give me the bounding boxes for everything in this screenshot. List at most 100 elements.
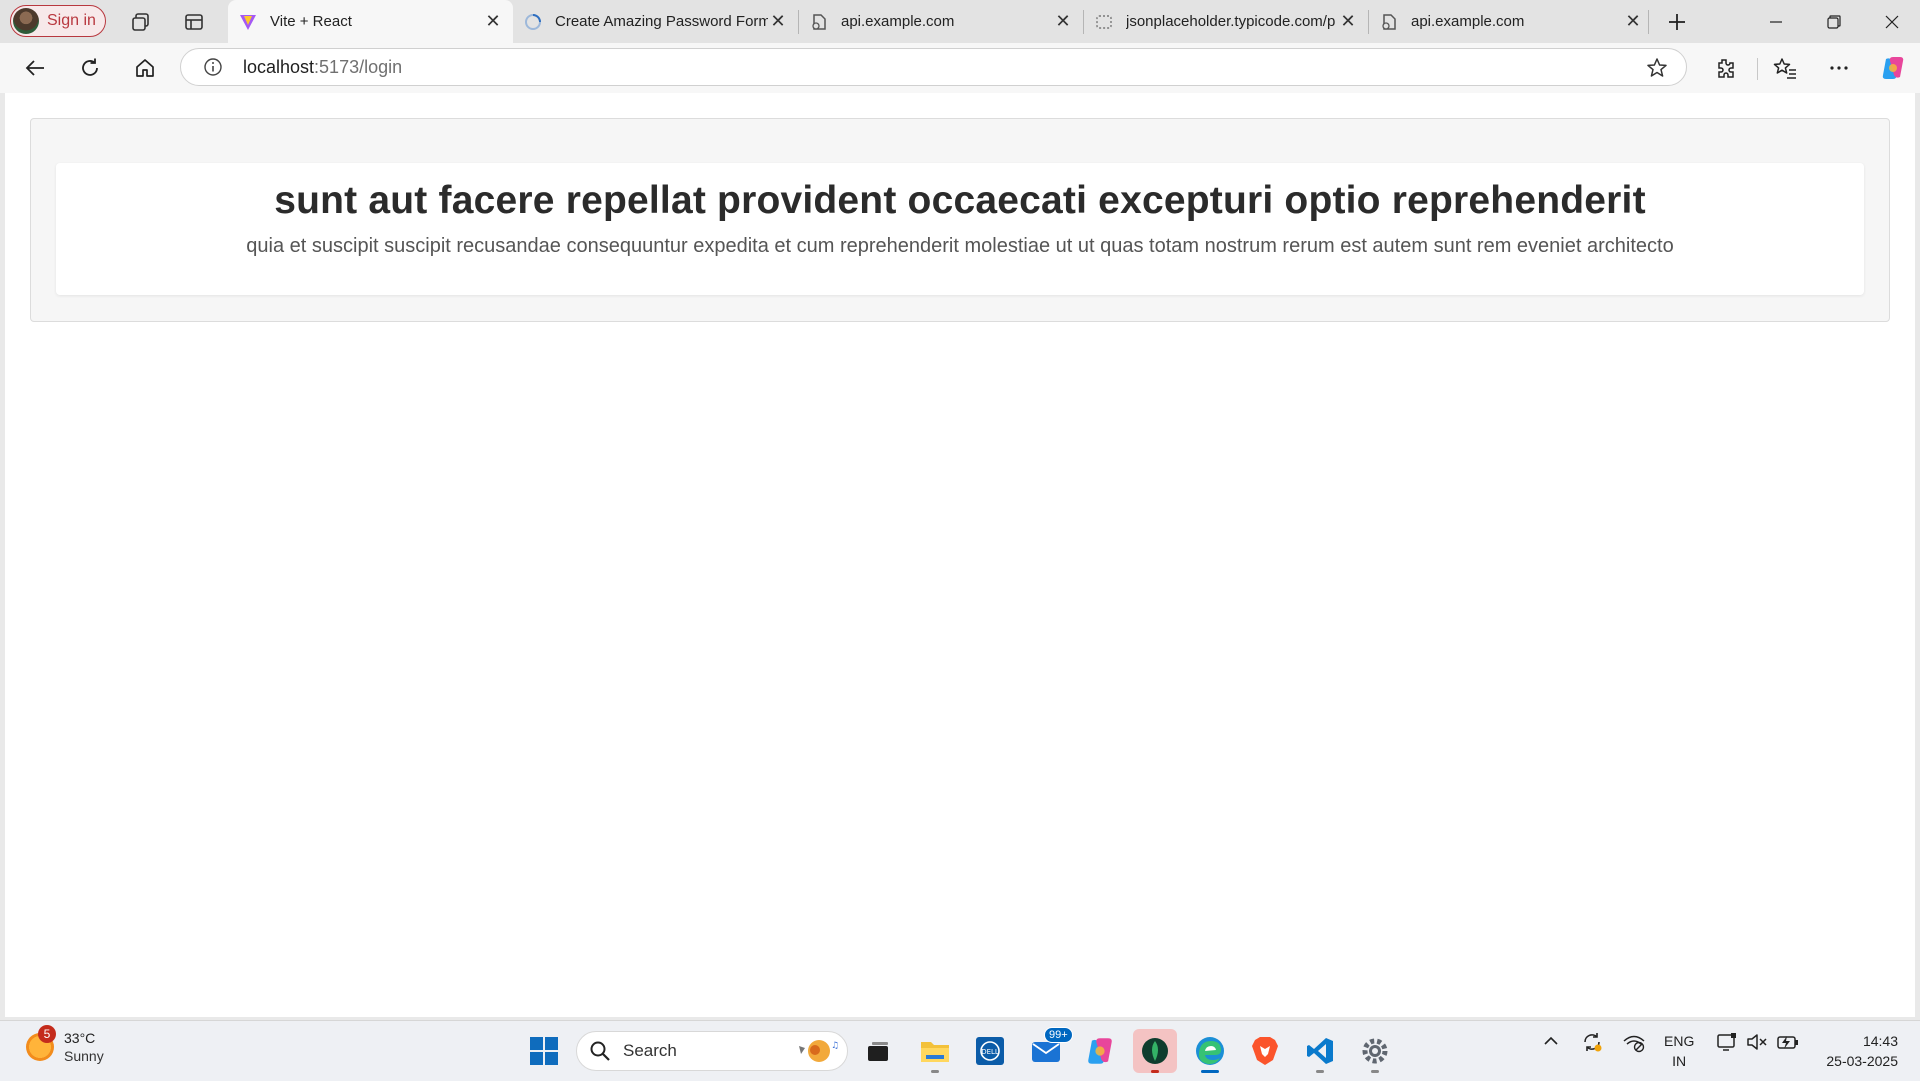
running-indicator (1151, 1070, 1159, 1073)
close-tab-icon[interactable]: ✕ (1338, 11, 1358, 32)
tab-actions-icon[interactable] (181, 9, 207, 35)
mongodb-icon (1142, 1038, 1168, 1064)
mongodb-compass-button[interactable] (1133, 1029, 1177, 1073)
tab-api-example[interactable]: api.example.com ✕ (799, 0, 1083, 43)
search-label: Search (623, 1041, 677, 1060)
task-view-button[interactable] (856, 1029, 900, 1073)
new-tab-icon[interactable] (1664, 9, 1690, 35)
weather-widget[interactable]: 5 33°C Sunny (26, 1025, 104, 1065)
running-indicator (931, 1070, 939, 1073)
copilot-app-button[interactable] (1078, 1029, 1122, 1073)
volume-muted-icon[interactable] (1746, 1031, 1768, 1056)
tab-title: Create Amazing Password Form (555, 13, 768, 30)
running-indicator (1371, 1070, 1379, 1073)
battery-charging-icon[interactable] (1776, 1031, 1800, 1056)
extensions-icon[interactable] (1710, 53, 1740, 83)
clock-time: 14:43 (1862, 1033, 1898, 1049)
mail-button[interactable]: 99+ (1024, 1027, 1073, 1073)
show-hidden-icons-icon[interactable] (1542, 1031, 1560, 1054)
file-explorer-button[interactable] (913, 1029, 957, 1073)
weather-condition: Sunny (64, 1048, 104, 1064)
tab-title: api.example.com (841, 13, 955, 30)
language-region: IN (1672, 1053, 1687, 1069)
clock-date: 25-03-2025 (1826, 1053, 1898, 1069)
post-card: sunt aut facere repellat provident occae… (56, 163, 1864, 295)
url-text: localhost:5173/login (243, 57, 402, 78)
browser-toolbar: localhost:5173/login (0, 43, 1920, 93)
vite-icon (238, 12, 258, 32)
refresh-icon[interactable] (75, 53, 105, 83)
folder-icon (921, 1042, 949, 1062)
mail-badge: 99+ (1044, 1027, 1073, 1043)
search-icon (590, 1041, 610, 1061)
restore-icon[interactable] (1806, 0, 1862, 43)
error-page-icon (809, 12, 829, 32)
profile-button[interactable]: Sign in (10, 5, 106, 37)
post-body: quia et suscipit suscipit recusandae con… (246, 235, 1674, 257)
svg-text:♫: ♫ (831, 1041, 839, 1051)
close-tab-icon[interactable]: ✕ (1623, 11, 1643, 32)
dell-app-button[interactable]: DELL (968, 1029, 1012, 1073)
toolbar-separator (1757, 58, 1758, 80)
start-button[interactable] (522, 1029, 566, 1073)
error-page-icon (1379, 12, 1399, 32)
weather-temp: 33°C (64, 1030, 96, 1046)
tab-api-example-2[interactable]: api.example.com ✕ (1369, 0, 1653, 43)
site-info-icon[interactable] (203, 57, 223, 77)
posts-container: sunt aut facere repellat provident occae… (30, 118, 1890, 322)
site-icon (1094, 12, 1114, 32)
url-path: :5173/login (314, 56, 403, 77)
search-highlight-icon: ♫ (799, 1040, 839, 1062)
windows-icon (530, 1037, 558, 1065)
sync-icon[interactable] (1581, 1031, 1603, 1056)
minimize-icon[interactable] (1748, 0, 1804, 43)
copilot-icon (1088, 1038, 1112, 1064)
language-code: ENG (1664, 1033, 1695, 1049)
active-indicator (1201, 1070, 1219, 1073)
close-tab-icon[interactable]: ✕ (768, 11, 788, 32)
close-tab-icon[interactable]: ✕ (483, 11, 503, 32)
tab-title: api.example.com (1411, 13, 1525, 30)
profile-label: Sign in (47, 12, 96, 29)
copilot-icon[interactable] (1878, 53, 1908, 83)
brave-icon (1252, 1037, 1278, 1065)
taskbar-search[interactable]: Search ♫ (576, 1031, 848, 1071)
network-monitor-icon[interactable] (1622, 1031, 1646, 1056)
language-indicator[interactable]: ENG IN (1664, 1031, 1694, 1071)
home-icon[interactable] (130, 53, 160, 83)
brave-button[interactable] (1243, 1029, 1287, 1073)
tab-title: Vite + React (270, 13, 352, 30)
taskbar: 5 33°C Sunny Search ♫ DELL 99+ ENG IN 14… (0, 1020, 1920, 1081)
page-viewport: sunt aut facere repellat provident occae… (5, 93, 1915, 1017)
edge-icon (1196, 1037, 1224, 1065)
favorites-icon[interactable] (1770, 53, 1800, 83)
dell-icon: DELL (976, 1037, 1004, 1065)
address-bar[interactable]: localhost:5173/login (180, 48, 1687, 86)
close-window-icon[interactable] (1864, 0, 1920, 43)
running-indicator (1316, 1070, 1324, 1073)
sun-icon: 5 (26, 1025, 56, 1061)
edge-button[interactable] (1188, 1029, 1232, 1073)
tab-password-form[interactable]: Create Amazing Password Form ✕ (513, 0, 798, 43)
vscode-button[interactable] (1298, 1029, 1342, 1073)
url-host: localhost (243, 56, 315, 77)
system-clock[interactable]: 14:43 25-03-2025 (1826, 1031, 1898, 1071)
workspaces-icon[interactable] (128, 9, 154, 35)
post-title: sunt aut facere repellat provident occae… (274, 179, 1646, 222)
tab-vite-react[interactable]: Vite + React ✕ (228, 0, 513, 43)
favorite-star-icon[interactable] (1646, 57, 1668, 79)
display-icon[interactable] (1716, 1031, 1738, 1056)
tab-strip: Sign in Vite + React ✕ Create Amazing Pa… (0, 0, 1920, 43)
vscode-icon (1307, 1038, 1333, 1064)
loading-icon (523, 12, 543, 32)
avatar (13, 8, 39, 34)
gear-icon (1362, 1038, 1388, 1064)
close-tab-icon[interactable]: ✕ (1053, 11, 1073, 32)
svg-text:DELL: DELL (981, 1048, 999, 1056)
settings-button[interactable] (1353, 1029, 1397, 1073)
weather-badge: 5 (38, 1025, 56, 1043)
tab-separator (1648, 10, 1649, 34)
back-icon[interactable] (20, 53, 50, 83)
more-menu-icon[interactable] (1824, 53, 1854, 83)
tab-jsonplaceholder[interactable]: jsonplaceholder.typicode.com/p ✕ (1084, 0, 1368, 43)
